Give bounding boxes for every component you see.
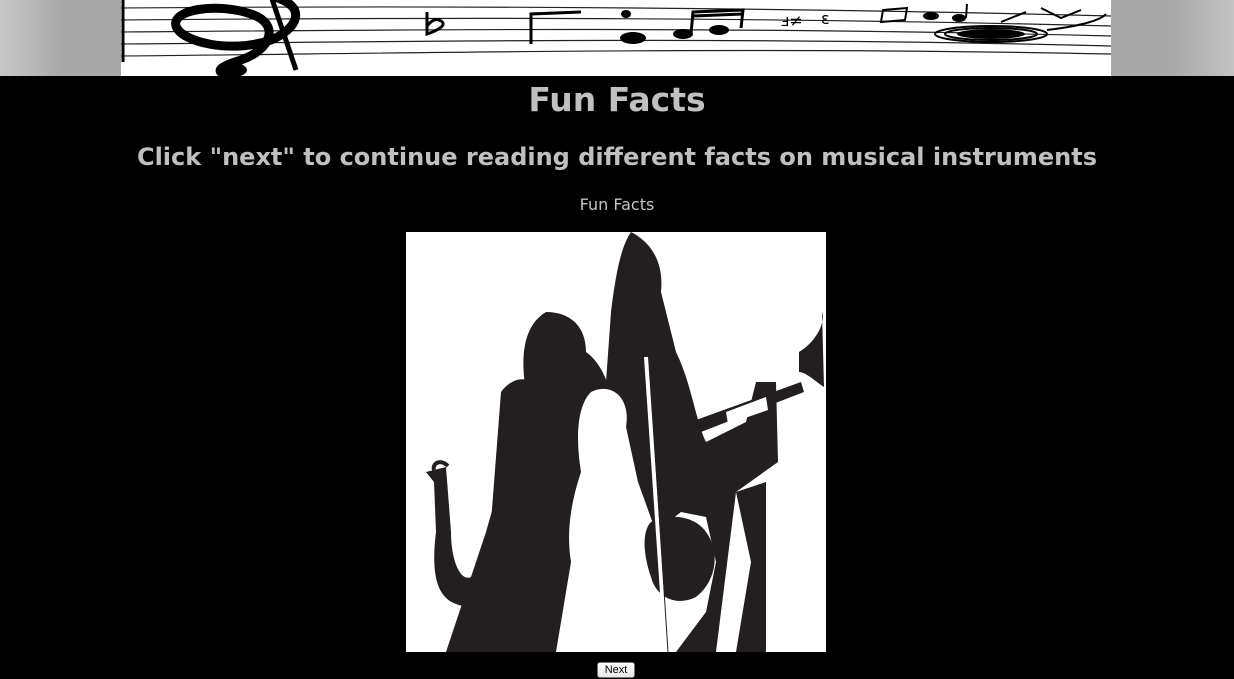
musicians-silhouette-image — [406, 232, 826, 652]
music-staff-banner: ⅎ≠ ε — [121, 0, 1111, 76]
next-button[interactable]: Next — [597, 662, 635, 678]
page-subtitle: Click "next" to continue reading differe… — [136, 143, 1098, 171]
svg-text:ⅎ≠: ⅎ≠ — [781, 11, 803, 30]
image-caption: Fun Facts — [579, 195, 655, 214]
music-staff-icon: ⅎ≠ ε — [121, 0, 1111, 76]
page-title: Fun Facts — [528, 80, 706, 119]
svg-text:ε: ε — [821, 9, 830, 28]
